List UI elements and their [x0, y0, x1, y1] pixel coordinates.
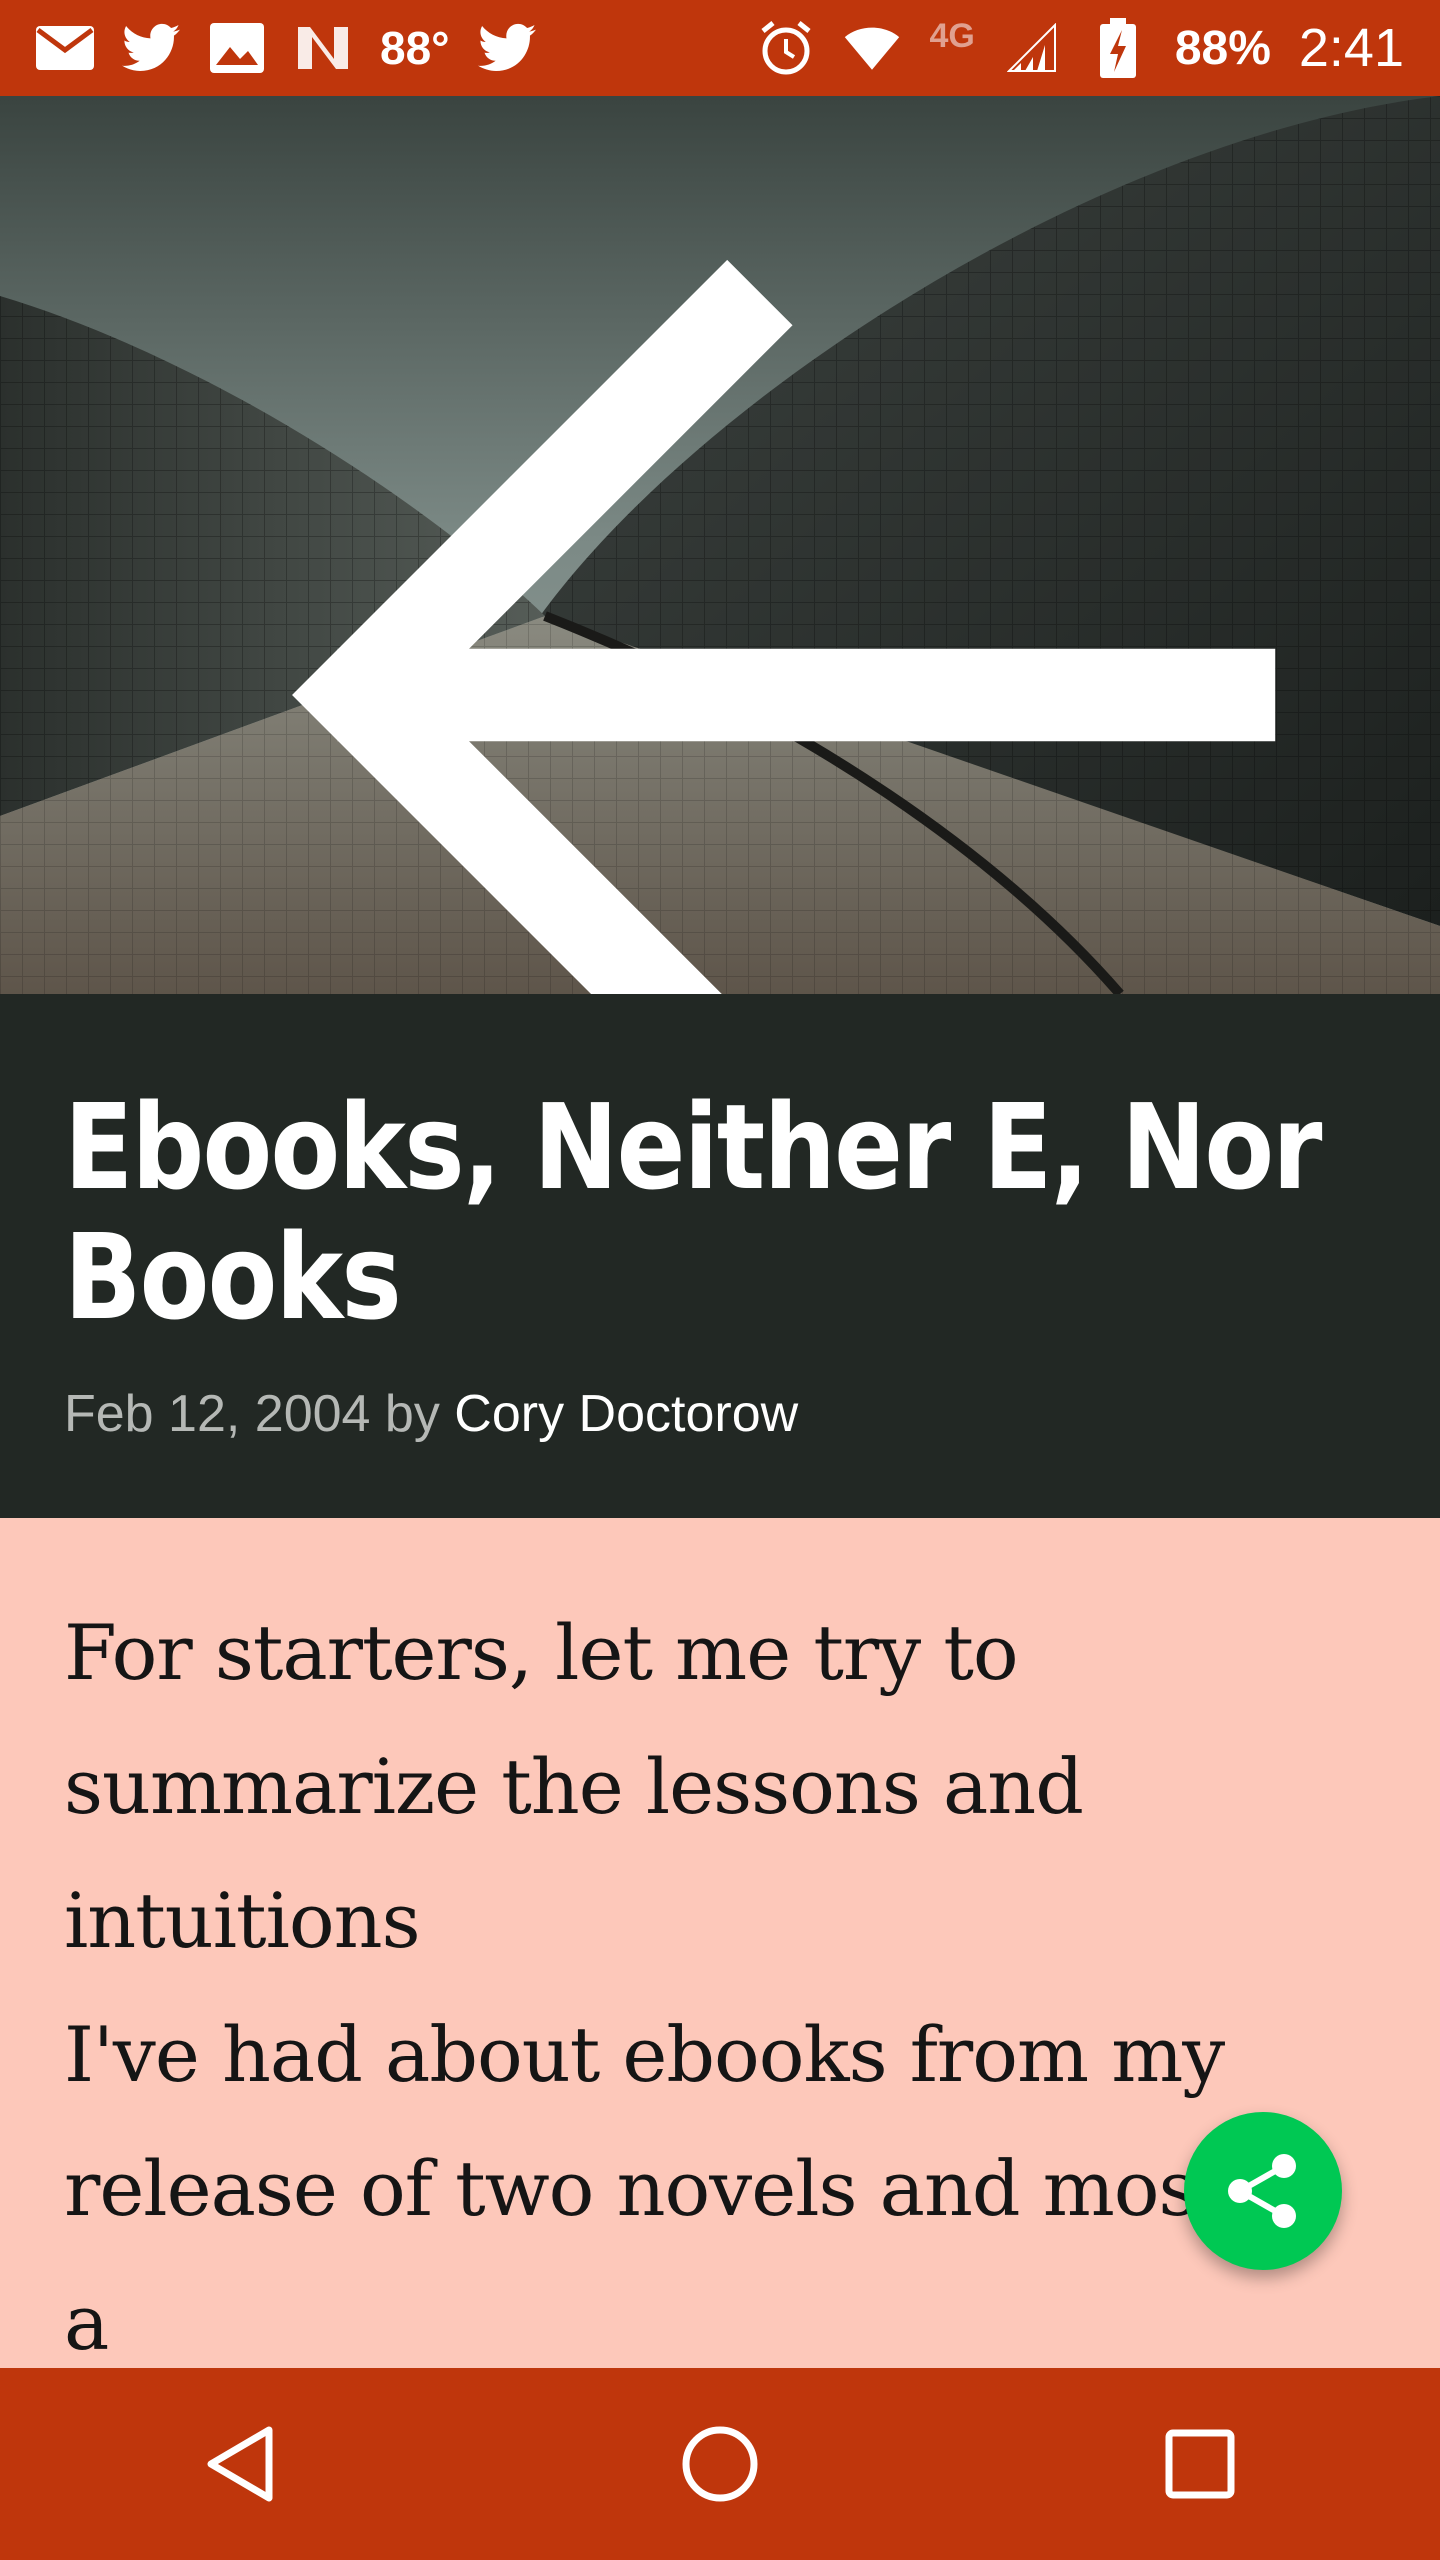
share-icon: [1228, 2154, 1296, 2228]
signal-icon: [1003, 19, 1061, 77]
hero-image: [0, 96, 1440, 994]
twitter-icon: [122, 19, 180, 77]
gmail-icon: [36, 19, 94, 77]
news-icon: [294, 19, 352, 77]
article-author[interactable]: Cory Doctorow: [454, 1385, 798, 1443]
status-bar-right: 4G 88% 2:41: [757, 17, 1404, 79]
twitter-icon: [477, 19, 536, 77]
article-header: Ebooks, Neither E, Nor Books Feb 12, 200…: [0, 994, 1440, 1518]
temperature: 88°: [380, 22, 450, 74]
alarm-icon: [757, 19, 815, 77]
nav-recents-button[interactable]: [1130, 2394, 1270, 2534]
share-button[interactable]: [1184, 2112, 1342, 2270]
status-bar: 88° 4G 88% 2:41: [0, 0, 1440, 96]
clock: 2:41: [1298, 18, 1404, 78]
wifi-icon: [843, 19, 901, 77]
navigation-bar: [0, 2368, 1440, 2560]
status-bar-left: 88°: [36, 19, 536, 77]
byline: Feb 12, 2004 by Cory Doctorow: [64, 1384, 798, 1444]
image-icon: [208, 19, 266, 77]
circle-home-icon: [682, 2426, 758, 2502]
byline-by: by: [384, 1385, 440, 1443]
nav-back-button[interactable]: [170, 2394, 310, 2534]
back-arrow-icon: [292, 259, 1276, 994]
lte-icon: 4G: [929, 16, 975, 55]
square-recents-icon: [1165, 2429, 1235, 2499]
battery-charging-icon: [1089, 18, 1147, 78]
battery-percentage: 88%: [1174, 21, 1271, 75]
nav-home-button[interactable]: [650, 2394, 790, 2534]
article-date: Feb 12, 2004: [64, 1385, 371, 1443]
triangle-back-icon: [207, 2426, 273, 2502]
article-title: Ebooks, Neither E, Nor Books: [64, 1078, 1322, 1346]
back-button[interactable]: [60, 246, 1276, 994]
